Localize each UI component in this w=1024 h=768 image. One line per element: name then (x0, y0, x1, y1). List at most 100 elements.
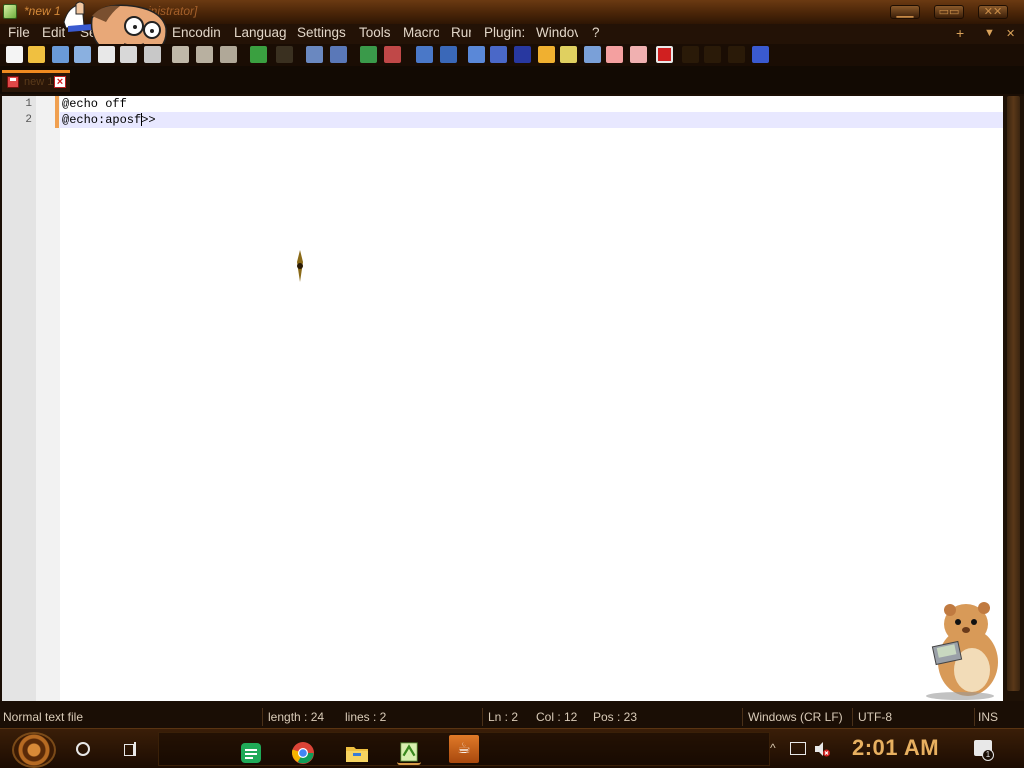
text-editor[interactable]: 1 2 @echo off @echo:aposf>> (2, 96, 1003, 701)
status-line-number: Ln : 2 (488, 710, 519, 724)
tab-new-1[interactable]: new 1 × (2, 70, 70, 92)
java-icon[interactable]: ☕ (449, 735, 479, 763)
window-title-suffix: inistrator] (148, 4, 198, 18)
status-separator (742, 708, 743, 726)
chrome-icon[interactable] (291, 741, 315, 765)
volume-muted-icon[interactable] (814, 741, 830, 757)
udl-icon[interactable] (538, 46, 555, 63)
undo-icon[interactable] (250, 46, 267, 63)
close-icon[interactable] (98, 46, 115, 63)
zoom-in-icon[interactable] (360, 46, 377, 63)
show-hidden-icons[interactable]: ^ (770, 741, 776, 755)
menu-search[interactable]: Se (80, 24, 97, 44)
close-doc-icon[interactable]: ✕ (1006, 27, 1015, 40)
status-separator (482, 708, 483, 726)
play-macro-icon[interactable] (704, 46, 721, 63)
code-line[interactable]: @echo off (62, 96, 127, 112)
line-number-gutter (2, 96, 36, 701)
window-title: *new 1 (24, 4, 61, 18)
code-line[interactable]: @echo:aposf>> (62, 112, 156, 128)
menu-language[interactable]: Languag (234, 24, 286, 44)
file-explorer-icon[interactable] (345, 741, 369, 765)
close-all-icon[interactable] (120, 46, 137, 63)
scrollbar-thumb[interactable] (1007, 96, 1020, 691)
java-glyph: ☕ (457, 740, 471, 757)
status-lines: lines : 2 (345, 710, 387, 724)
function-list-icon[interactable] (584, 46, 601, 63)
menu-bar: File Edit Se Encodin Languag Settings To… (0, 24, 1024, 44)
menu-plugins[interactable]: Plugin: (484, 24, 524, 44)
cortana-search-icon[interactable] (76, 742, 90, 756)
doc-map-icon[interactable] (560, 46, 577, 63)
change-marker (55, 112, 59, 128)
monitoring-icon[interactable] (630, 46, 647, 63)
windows-taskbar: ☕ ^ 2:01 AM 1 (0, 728, 1024, 768)
google-sheets-icon[interactable] (239, 741, 263, 765)
toolbar (0, 44, 1024, 66)
vertical-scrollbar[interactable] (1003, 96, 1024, 701)
tab-strip: new 1 × (0, 66, 1024, 94)
minimize-button[interactable]: ▁▁ (890, 5, 920, 19)
title-bar[interactable]: *new 1 inistrator] ▁▁ ▭▭ ✕✕ (0, 0, 1024, 24)
taskbar-apps: ☕ (158, 732, 770, 766)
menu-file[interactable]: File (8, 24, 30, 44)
code-text: >> (141, 113, 156, 127)
notepad-plus-plus-icon (3, 4, 17, 19)
sync-v-icon[interactable] (416, 46, 433, 63)
close-window-button[interactable]: ✕✕ (978, 5, 1008, 19)
record-macro-icon[interactable] (656, 46, 673, 63)
task-view-icon[interactable] (122, 742, 138, 756)
code-text: @echo off (62, 97, 127, 111)
menu-help[interactable]: ? (592, 24, 600, 44)
notepad-plus-plus-taskbar-icon[interactable] (397, 741, 421, 765)
new-file-icon[interactable] (6, 46, 23, 63)
status-encoding[interactable]: UTF-8 (858, 710, 892, 724)
find-icon[interactable] (306, 46, 323, 63)
maximize-icon: ▭▭ (938, 6, 960, 18)
folder-as-workspace-icon[interactable] (606, 46, 623, 63)
menu-macro[interactable]: Macro (403, 24, 439, 44)
menu-edit[interactable]: Edit (42, 24, 65, 44)
redo-icon[interactable] (276, 46, 293, 63)
zoom-out-icon[interactable] (384, 46, 401, 63)
wrap-icon[interactable] (468, 46, 485, 63)
run-macro-multiple-icon[interactable] (728, 46, 745, 63)
menu-run[interactable]: Rur (451, 24, 471, 44)
notification-count-badge: 1 (982, 749, 994, 761)
status-insert-mode[interactable]: INS (978, 710, 998, 724)
status-bar: Normal text file length : 24 lines : 2 L… (0, 706, 1024, 728)
save-macro-icon[interactable] (752, 46, 769, 63)
minimize-icon: ▁▁ (896, 6, 914, 18)
print-icon[interactable] (144, 46, 161, 63)
dropdown-arrow-icon[interactable]: ▼ (984, 27, 995, 39)
menu-tools[interactable]: Tools (359, 24, 391, 44)
start-button[interactable] (12, 732, 56, 768)
fold-margin[interactable] (36, 96, 60, 701)
status-separator (262, 708, 263, 726)
code-text: @echo:aposf (62, 113, 142, 127)
network-icon[interactable] (790, 742, 806, 755)
menu-encoding[interactable]: Encodin (172, 24, 224, 44)
cut-icon[interactable] (172, 46, 189, 63)
system-clock[interactable]: 2:01 AM (852, 735, 939, 761)
show-all-chars-icon[interactable] (490, 46, 507, 63)
status-separator (852, 708, 853, 726)
copy-icon[interactable] (196, 46, 213, 63)
menu-window[interactable]: Windov (536, 24, 578, 44)
paste-icon[interactable] (220, 46, 237, 63)
stop-record-icon[interactable] (682, 46, 699, 63)
save-all-icon[interactable] (74, 46, 91, 63)
replace-icon[interactable] (330, 46, 347, 63)
notepad-plus-plus-window: *new 1 inistrator] ▁▁ ▭▭ ✕✕ File Edit Se… (0, 0, 1024, 768)
save-icon[interactable] (52, 46, 69, 63)
open-file-icon[interactable] (28, 46, 45, 63)
sync-h-icon[interactable] (440, 46, 457, 63)
maximize-button[interactable]: ▭▭ (934, 5, 964, 19)
plus-icon[interactable]: + (956, 25, 964, 41)
tab-close-icon[interactable]: × (54, 76, 66, 88)
status-eol[interactable]: Windows (CR LF) (748, 710, 843, 724)
indent-guide-icon[interactable] (514, 46, 531, 63)
close-icon: ✕✕ (983, 6, 1003, 18)
status-separator (974, 708, 975, 726)
menu-settings[interactable]: Settings (297, 24, 346, 44)
